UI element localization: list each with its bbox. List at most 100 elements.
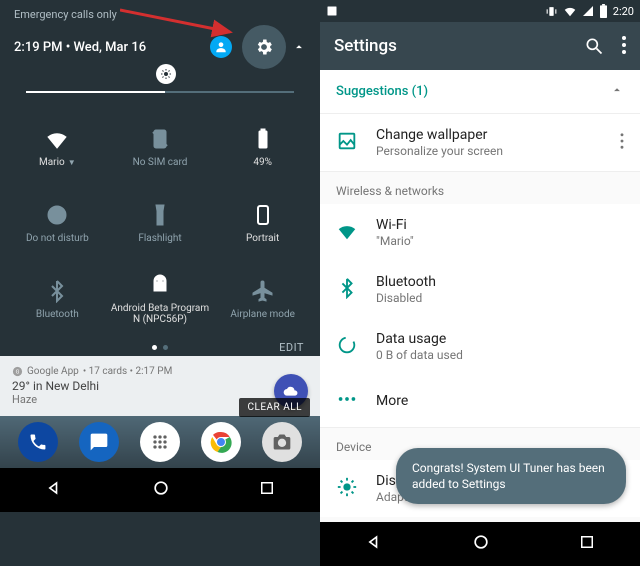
qs-tile-battery[interactable]: 49% (213, 111, 312, 183)
battery-icon (251, 127, 275, 151)
clear-all-button[interactable]: CLEAR ALL (239, 398, 310, 417)
back-button[interactable] (364, 532, 384, 556)
android-navbar (320, 522, 640, 566)
search-icon[interactable] (584, 36, 604, 56)
header-icons (210, 25, 306, 69)
vibrate-icon (545, 5, 558, 18)
settings-gear-button[interactable] (242, 25, 286, 69)
android-icon (148, 273, 172, 297)
tile-label: Do not disturb (26, 233, 89, 244)
tile-label: Android Beta Program N (NPC56P) (111, 303, 210, 325)
notification-meta: • 17 cards • 2:17 PM (83, 366, 172, 377)
row-title: Wi-Fi (376, 217, 414, 233)
gear-icon (254, 37, 274, 57)
qs-tile-bluetooth[interactable]: Bluetooth (8, 263, 107, 335)
settings-row-wifi[interactable]: Wi-Fi"Mario" (320, 204, 640, 261)
category-wireless: Wireless & networks (320, 171, 640, 204)
back-button[interactable] (44, 478, 64, 502)
edit-button[interactable]: EDIT (279, 341, 304, 354)
brightness-slider[interactable] (0, 73, 320, 99)
picture-icon (326, 5, 338, 17)
home-button[interactable] (151, 478, 171, 502)
tile-label: Airplane mode (230, 309, 295, 320)
settings-row-bluetooth[interactable]: BluetoothDisabled (320, 261, 640, 318)
wallpaper-icon (336, 130, 358, 156)
qs-tile-dnd[interactable]: Do not disturb (8, 187, 107, 259)
bluetooth-icon (45, 279, 69, 303)
row-sub: 0 B of data used (376, 348, 463, 362)
suggestions-header[interactable]: Suggestions (1) (320, 70, 640, 114)
google-icon: G (12, 366, 23, 377)
wifi-icon (336, 220, 358, 246)
settings-row-data[interactable]: Data usage0 B of data used (320, 318, 640, 375)
settings-list: Wi-Fi"Mario"BluetoothDisabledData usage0… (320, 204, 640, 427)
tile-label: Bluetooth (36, 309, 79, 320)
qs-tiles-grid: Mario▼ No SIM card 49% Do not disturb Flashl… (0, 99, 320, 339)
phone-app-icon[interactable] (18, 422, 58, 462)
portrait-icon (251, 203, 275, 227)
datetime-text[interactable]: 2:19 PM • Wed, Mar 16 (14, 40, 146, 55)
row-sub: Disabled (376, 291, 436, 305)
qs-tile-sim[interactable]: No SIM card (111, 111, 210, 183)
battery-icon (599, 4, 608, 18)
qs-tile-flashlight[interactable]: Flashlight (111, 187, 210, 259)
brightness-thumb-icon[interactable] (156, 64, 176, 84)
more-icon (336, 388, 358, 414)
status-bar: 2:20 (320, 0, 640, 22)
tile-label: Portrait (246, 233, 279, 244)
row-title: Data usage (376, 331, 463, 347)
settings-row-more[interactable]: More (320, 375, 640, 427)
page-dots (152, 345, 168, 350)
qs-tile-airplane[interactable]: Airplane mode (213, 263, 312, 335)
tile-label: No SIM card (133, 157, 188, 168)
notification-app: Google App (27, 366, 79, 377)
notification-line1: 29° in New Delhi (12, 379, 308, 393)
recents-button[interactable] (258, 479, 276, 501)
chevron-up-icon (610, 82, 624, 101)
page-dot[interactable] (152, 345, 157, 350)
overflow-menu-icon[interactable] (622, 36, 626, 54)
suggestion-row[interactable]: Change wallpaper Personalize your screen (320, 114, 640, 171)
user-avatar-icon[interactable] (210, 36, 232, 58)
settings-appbar: Settings (320, 22, 640, 70)
home-button[interactable] (471, 532, 491, 556)
status-time: 2:20 (613, 5, 634, 18)
flashlight-icon (148, 203, 172, 227)
airplane-icon (251, 279, 275, 303)
chrome-app-icon[interactable] (201, 422, 241, 462)
messages-app-icon[interactable] (79, 422, 119, 462)
wifi-icon (45, 127, 69, 151)
camera-app-icon[interactable] (262, 422, 302, 462)
phone-quick-settings: Emergency calls only 2:19 PM • Wed, Mar … (0, 0, 320, 566)
qs-tile-wifi[interactable]: Mario▼ (8, 111, 107, 183)
tile-label: Flashlight (138, 233, 181, 244)
datetime-row: 2:19 PM • Wed, Mar 16 (14, 25, 306, 69)
signal-icon (582, 5, 594, 17)
page-dot[interactable] (163, 345, 168, 350)
dnd-icon (45, 203, 69, 227)
suggestions-label: Suggestions (1) (336, 84, 428, 99)
sim-icon (148, 127, 172, 151)
home-dock: CLEAR ALL (0, 416, 320, 468)
qs-header: Emergency calls only 2:19 PM • Wed, Mar … (0, 0, 320, 73)
page-indicator-row: EDIT (0, 339, 320, 356)
toast-message: Congrats! System UI Tuner has been added… (396, 448, 626, 504)
emergency-text: Emergency calls only (14, 8, 306, 21)
qs-tile-portrait[interactable]: Portrait (213, 187, 312, 259)
wifi-icon (563, 4, 577, 18)
appbar-title: Settings (334, 36, 397, 56)
row-title: More (376, 393, 408, 409)
tile-label: 49% (253, 157, 272, 168)
suggestion-overflow-icon[interactable] (620, 133, 624, 153)
app-drawer-icon[interactable] (140, 422, 180, 462)
row-sub: "Mario" (376, 234, 414, 248)
svg-text:G: G (16, 369, 20, 375)
collapse-chevron-icon[interactable] (292, 40, 306, 54)
row-title: Bluetooth (376, 274, 436, 290)
data-icon (336, 334, 358, 360)
display-icon (336, 476, 358, 502)
qs-tile-android[interactable]: Android Beta Program N (NPC56P) (111, 263, 210, 335)
phone-settings: 2:20 Settings Suggestions (1) Change wal… (320, 0, 640, 566)
recents-button[interactable] (578, 533, 596, 555)
tile-label: Mario▼ (39, 157, 76, 168)
